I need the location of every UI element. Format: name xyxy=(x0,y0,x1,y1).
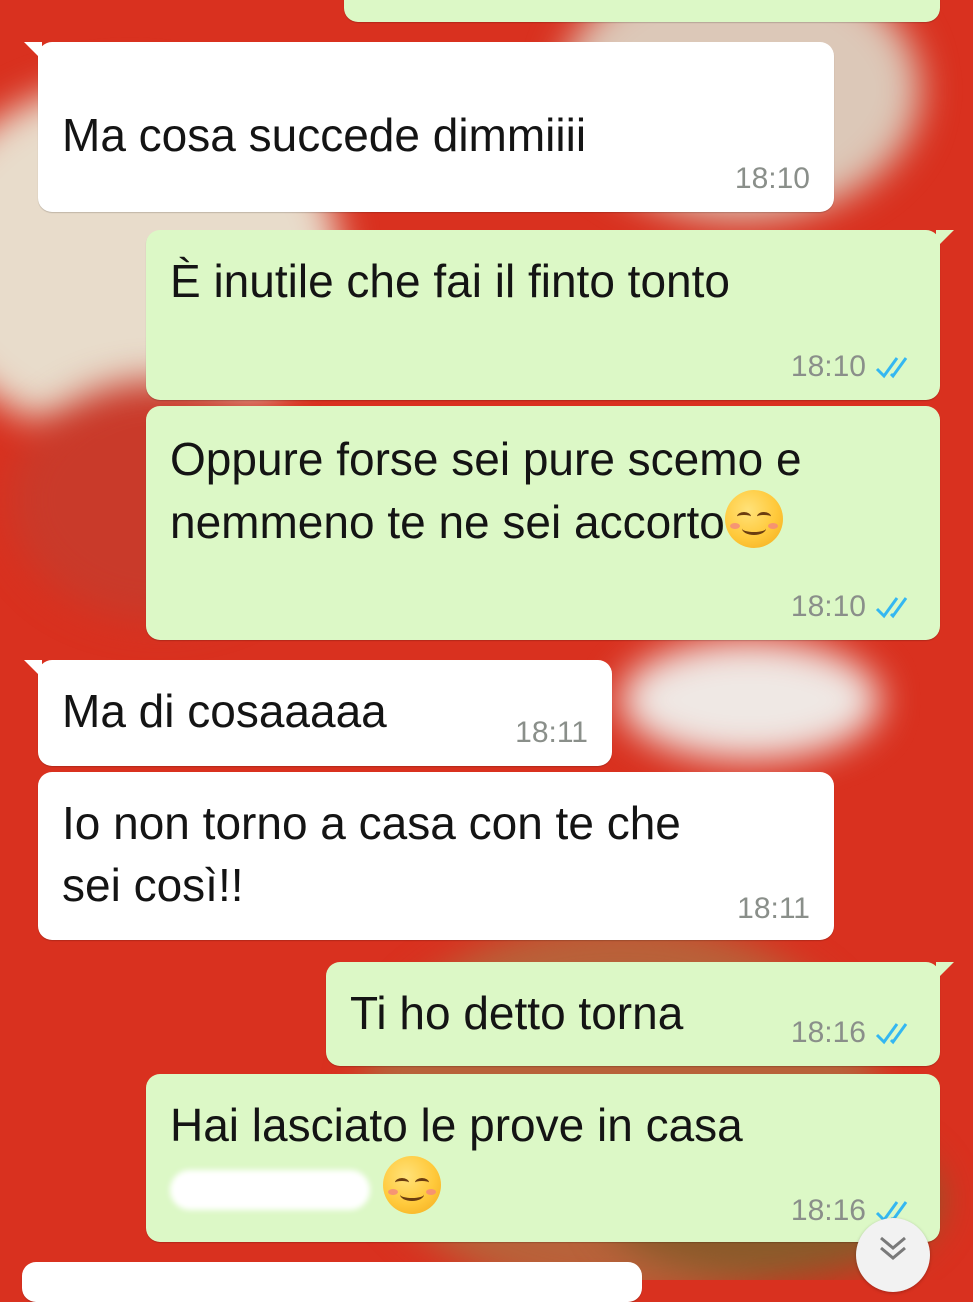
message-bubble-incoming-partial[interactable] xyxy=(22,1262,642,1302)
message-text: Ti ho detto torna xyxy=(350,987,684,1039)
smiling-face-icon xyxy=(724,490,783,548)
message-meta: 18:10 xyxy=(735,162,810,196)
message-meta: 18:16 xyxy=(791,1016,918,1050)
message-time: 18:10 xyxy=(790,590,866,623)
message-meta: 18:10 xyxy=(791,590,918,624)
message-text: Io non torno a casa con te che sei così!… xyxy=(62,797,681,911)
message-bubble-incoming[interactable]: Ma di cosaaaaa 18:11 xyxy=(24,660,612,766)
smiling-face-icon xyxy=(382,1156,441,1214)
message-bubble-outgoing[interactable]: Oppure forse sei pure scemo e nemmeno te… xyxy=(146,406,940,640)
double-check-icon xyxy=(874,354,918,380)
scroll-to-bottom-button[interactable] xyxy=(856,1218,930,1292)
message-text: Oppure forse sei pure scemo e nemmeno te… xyxy=(170,433,802,548)
message-text: Ma di cosaaaaa xyxy=(62,685,387,737)
message-bubble-outgoing[interactable]: Ti ho detto torna 18:16 xyxy=(326,962,954,1066)
message-time: 18:16 xyxy=(790,1016,866,1049)
message-bubble-incoming[interactable]: Io non torno a casa con te che sei così!… xyxy=(38,772,834,940)
message-text: Ma cosa succede dimmiiii xyxy=(62,109,587,161)
message-meta: 18:11 xyxy=(515,716,588,750)
message-time: 18:16 xyxy=(790,1194,866,1227)
double-check-icon xyxy=(874,1020,918,1046)
message-meta: 18:10 xyxy=(791,350,918,384)
message-bubble-outgoing[interactable]: È inutile che fai il finto tonto 18:10 xyxy=(146,230,954,400)
message-text: Hai lasciato le prove in casa xyxy=(170,1094,743,1219)
message-meta: 18:11 xyxy=(737,892,810,926)
message-time: 18:11 xyxy=(737,892,810,925)
message-text: È inutile che fai il finto tonto xyxy=(170,255,730,307)
message-time: 18:10 xyxy=(790,350,866,383)
double-check-icon xyxy=(874,594,918,620)
message-time: 18:11 xyxy=(515,716,588,749)
chevrons-down-icon xyxy=(875,1234,911,1269)
message-bubble-outgoing[interactable]: Hai lasciato le prove in casa 18:16 xyxy=(146,1074,940,1242)
message-time: 18:10 xyxy=(734,162,810,195)
message-bubble-incoming[interactable]: Ma cosa succede dimmiiii 18:10 xyxy=(24,42,834,212)
message-bubble-outgoing-partial[interactable] xyxy=(344,0,940,22)
redacted-text xyxy=(170,1170,370,1210)
